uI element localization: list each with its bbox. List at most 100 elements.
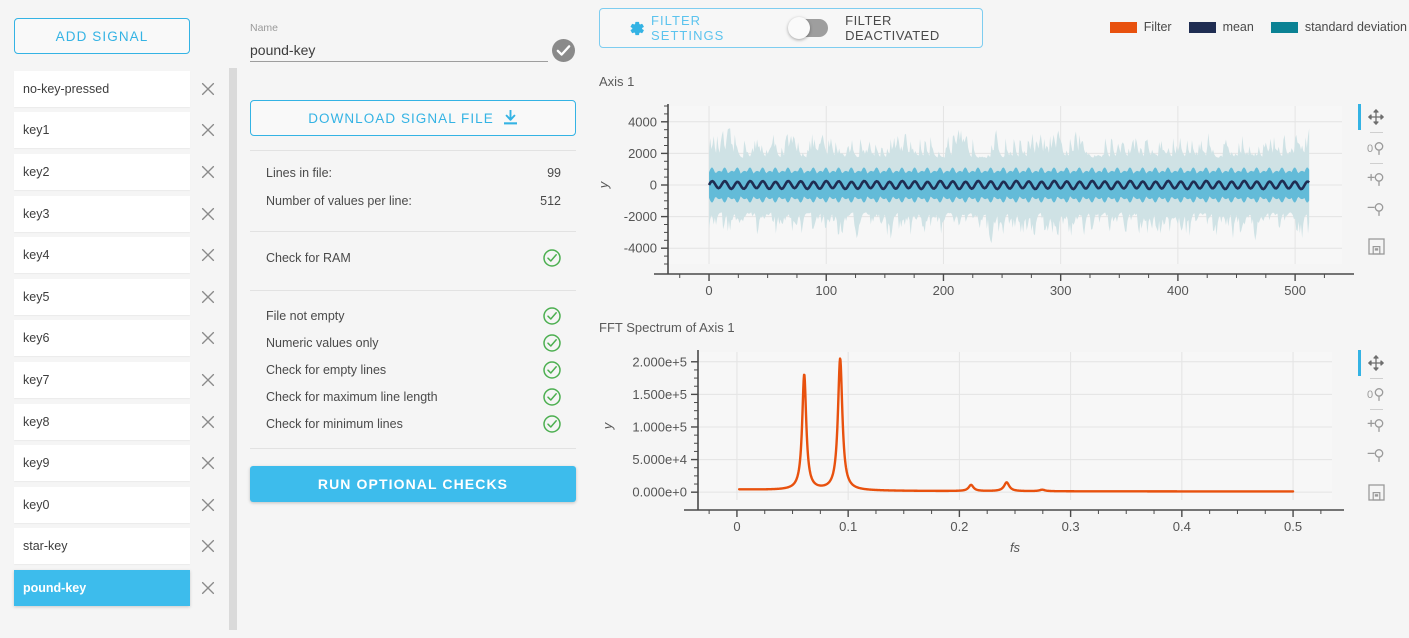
legend-swatch [1188,21,1216,33]
signal-list-item: key7 [0,359,228,401]
legend-swatch [1270,21,1298,33]
signal-item-key3[interactable]: key3 [14,195,190,232]
gear-icon [627,19,646,38]
close-icon[interactable] [199,413,217,431]
save-icon[interactable] [1363,477,1389,507]
divider-3 [250,290,576,291]
close-icon[interactable] [199,80,217,98]
check-row: File not empty [266,306,561,326]
check-ok-icon [543,388,561,406]
check-label: Check for minimum lines [266,417,403,431]
signal-item-label: key7 [23,372,50,387]
svg-text:0.5: 0.5 [1284,519,1302,534]
svg-text:100: 100 [815,283,837,298]
svg-text:0: 0 [733,519,740,534]
info-row-label: Number of values per line: [266,194,412,208]
zoom-reset-icon[interactable]: 0 [1363,379,1389,409]
svg-text:0.3: 0.3 [1062,519,1080,534]
info-row-value: 512 [540,194,561,208]
svg-text:2000: 2000 [628,146,657,161]
close-icon[interactable] [199,371,217,389]
signal-item-key0[interactable]: key0 [14,486,190,523]
check-circle-icon [552,39,575,62]
legend-swatch [1109,21,1137,33]
download-icon [503,110,518,126]
zoom-out-icon[interactable] [1363,440,1389,470]
signal-details-panel: Name DOWNLOAD SIGNAL FILE Lines in file:… [238,0,590,638]
close-icon[interactable] [199,205,217,223]
signal-item-label: key6 [23,331,50,346]
signal-item-key6[interactable]: key6 [14,320,190,357]
close-icon[interactable] [199,329,217,347]
legend-item: mean [1188,20,1254,34]
signal-item-no-key-pressed[interactable]: no-key-pressed [14,70,190,107]
visualization-panel: FILTER SETTINGS FILTER DEACTIVATED Filte… [590,0,1409,638]
pan-icon[interactable] [1358,102,1389,132]
filter-state-label: FILTER DEACTIVATED [845,13,940,43]
svg-text:0.1: 0.1 [839,519,857,534]
chart-fft-spectrum[interactable]: 0.000e+0 5.000e+4 1.000e+5 1.500e+5 2.000e+5… [590,338,1380,563]
download-signal-file-button[interactable]: DOWNLOAD SIGNAL FILE [250,100,576,136]
zoom-in-icon[interactable] [1363,164,1389,194]
svg-text:4000: 4000 [628,114,657,129]
close-icon[interactable] [199,246,217,264]
signal-item-label: key9 [23,456,50,471]
svg-text:-4000: -4000 [624,241,657,256]
signal-list-item: key5 [0,276,228,318]
svg-text:200: 200 [933,283,955,298]
run-optional-checks-button[interactable]: RUN OPTIONAL CHECKS [250,466,576,502]
check-row: Check for maximum line length [266,387,561,407]
svg-text:0: 0 [705,283,712,298]
signal-list-item: key1 [0,110,228,152]
check-label: Check for RAM [266,251,351,265]
check-ok-icon [543,249,561,267]
close-icon[interactable] [199,579,217,597]
signal-list-item: key6 [0,318,228,360]
signal-item-label: key1 [23,123,50,138]
close-icon[interactable] [199,454,217,472]
signal-item-key1[interactable]: key1 [14,112,190,149]
sidebar-scrollbar-thumb[interactable] [229,68,237,630]
signal-item-key5[interactable]: key5 [14,278,190,315]
zoom-out-icon[interactable] [1363,194,1389,224]
active-tool-indicator [1358,104,1361,130]
zoom-in-icon[interactable] [1363,410,1389,440]
save-icon[interactable] [1363,231,1389,261]
pan-icon[interactable] [1358,348,1389,378]
signal-item-label: key8 [23,414,50,429]
chart-axis-1[interactable]: -4000-20000200040000100200300400500xy [590,92,1380,319]
name-input[interactable] [250,38,548,62]
zoom-reset-icon[interactable]: 0 [1363,133,1389,163]
signal-list-item: star-key [0,526,228,568]
signal-item-label: key3 [23,206,50,221]
svg-text:2.000e+5: 2.000e+5 [632,354,687,369]
signal-item-key4[interactable]: key4 [14,237,190,274]
signal-item-key9[interactable]: key9 [14,445,190,482]
signal-item-label: no-key-pressed [23,81,110,96]
signal-item-key8[interactable]: key8 [14,403,190,440]
close-icon[interactable] [199,288,217,306]
chart-2-toolbar: 0 [1358,348,1390,507]
signal-item-star-key[interactable]: star-key [14,528,190,565]
add-signal-label: ADD SIGNAL [55,28,149,44]
signal-item-label: star-key [23,539,68,554]
close-icon[interactable] [199,121,217,139]
close-icon[interactable] [199,496,217,514]
close-icon[interactable] [199,537,217,555]
app-root: ADD SIGNAL no-key-pressed key1 key2 key3 key… [0,0,1409,638]
divider-2 [250,231,576,232]
add-signal-button[interactable]: ADD SIGNAL [14,18,190,54]
signal-item-key7[interactable]: key7 [14,361,190,398]
run-checks-label: RUN OPTIONAL CHECKS [317,476,509,492]
chart-1-toolbar: 0 [1358,102,1390,261]
svg-text:0.4: 0.4 [1173,519,1191,534]
filter-settings-bar[interactable]: FILTER SETTINGS FILTER DEACTIVATED [599,8,983,48]
signal-item-key2[interactable]: key2 [14,153,190,190]
svg-text:500: 500 [1284,283,1306,298]
info-row-label: Lines in file: [266,166,333,180]
filter-toggle-switch[interactable] [787,17,829,39]
chart-1-title: Axis 1 [599,74,635,89]
info-row: Number of values per line: 512 [266,192,561,210]
close-icon[interactable] [199,163,217,181]
signal-item-pound-key[interactable]: pound-key [14,569,190,606]
